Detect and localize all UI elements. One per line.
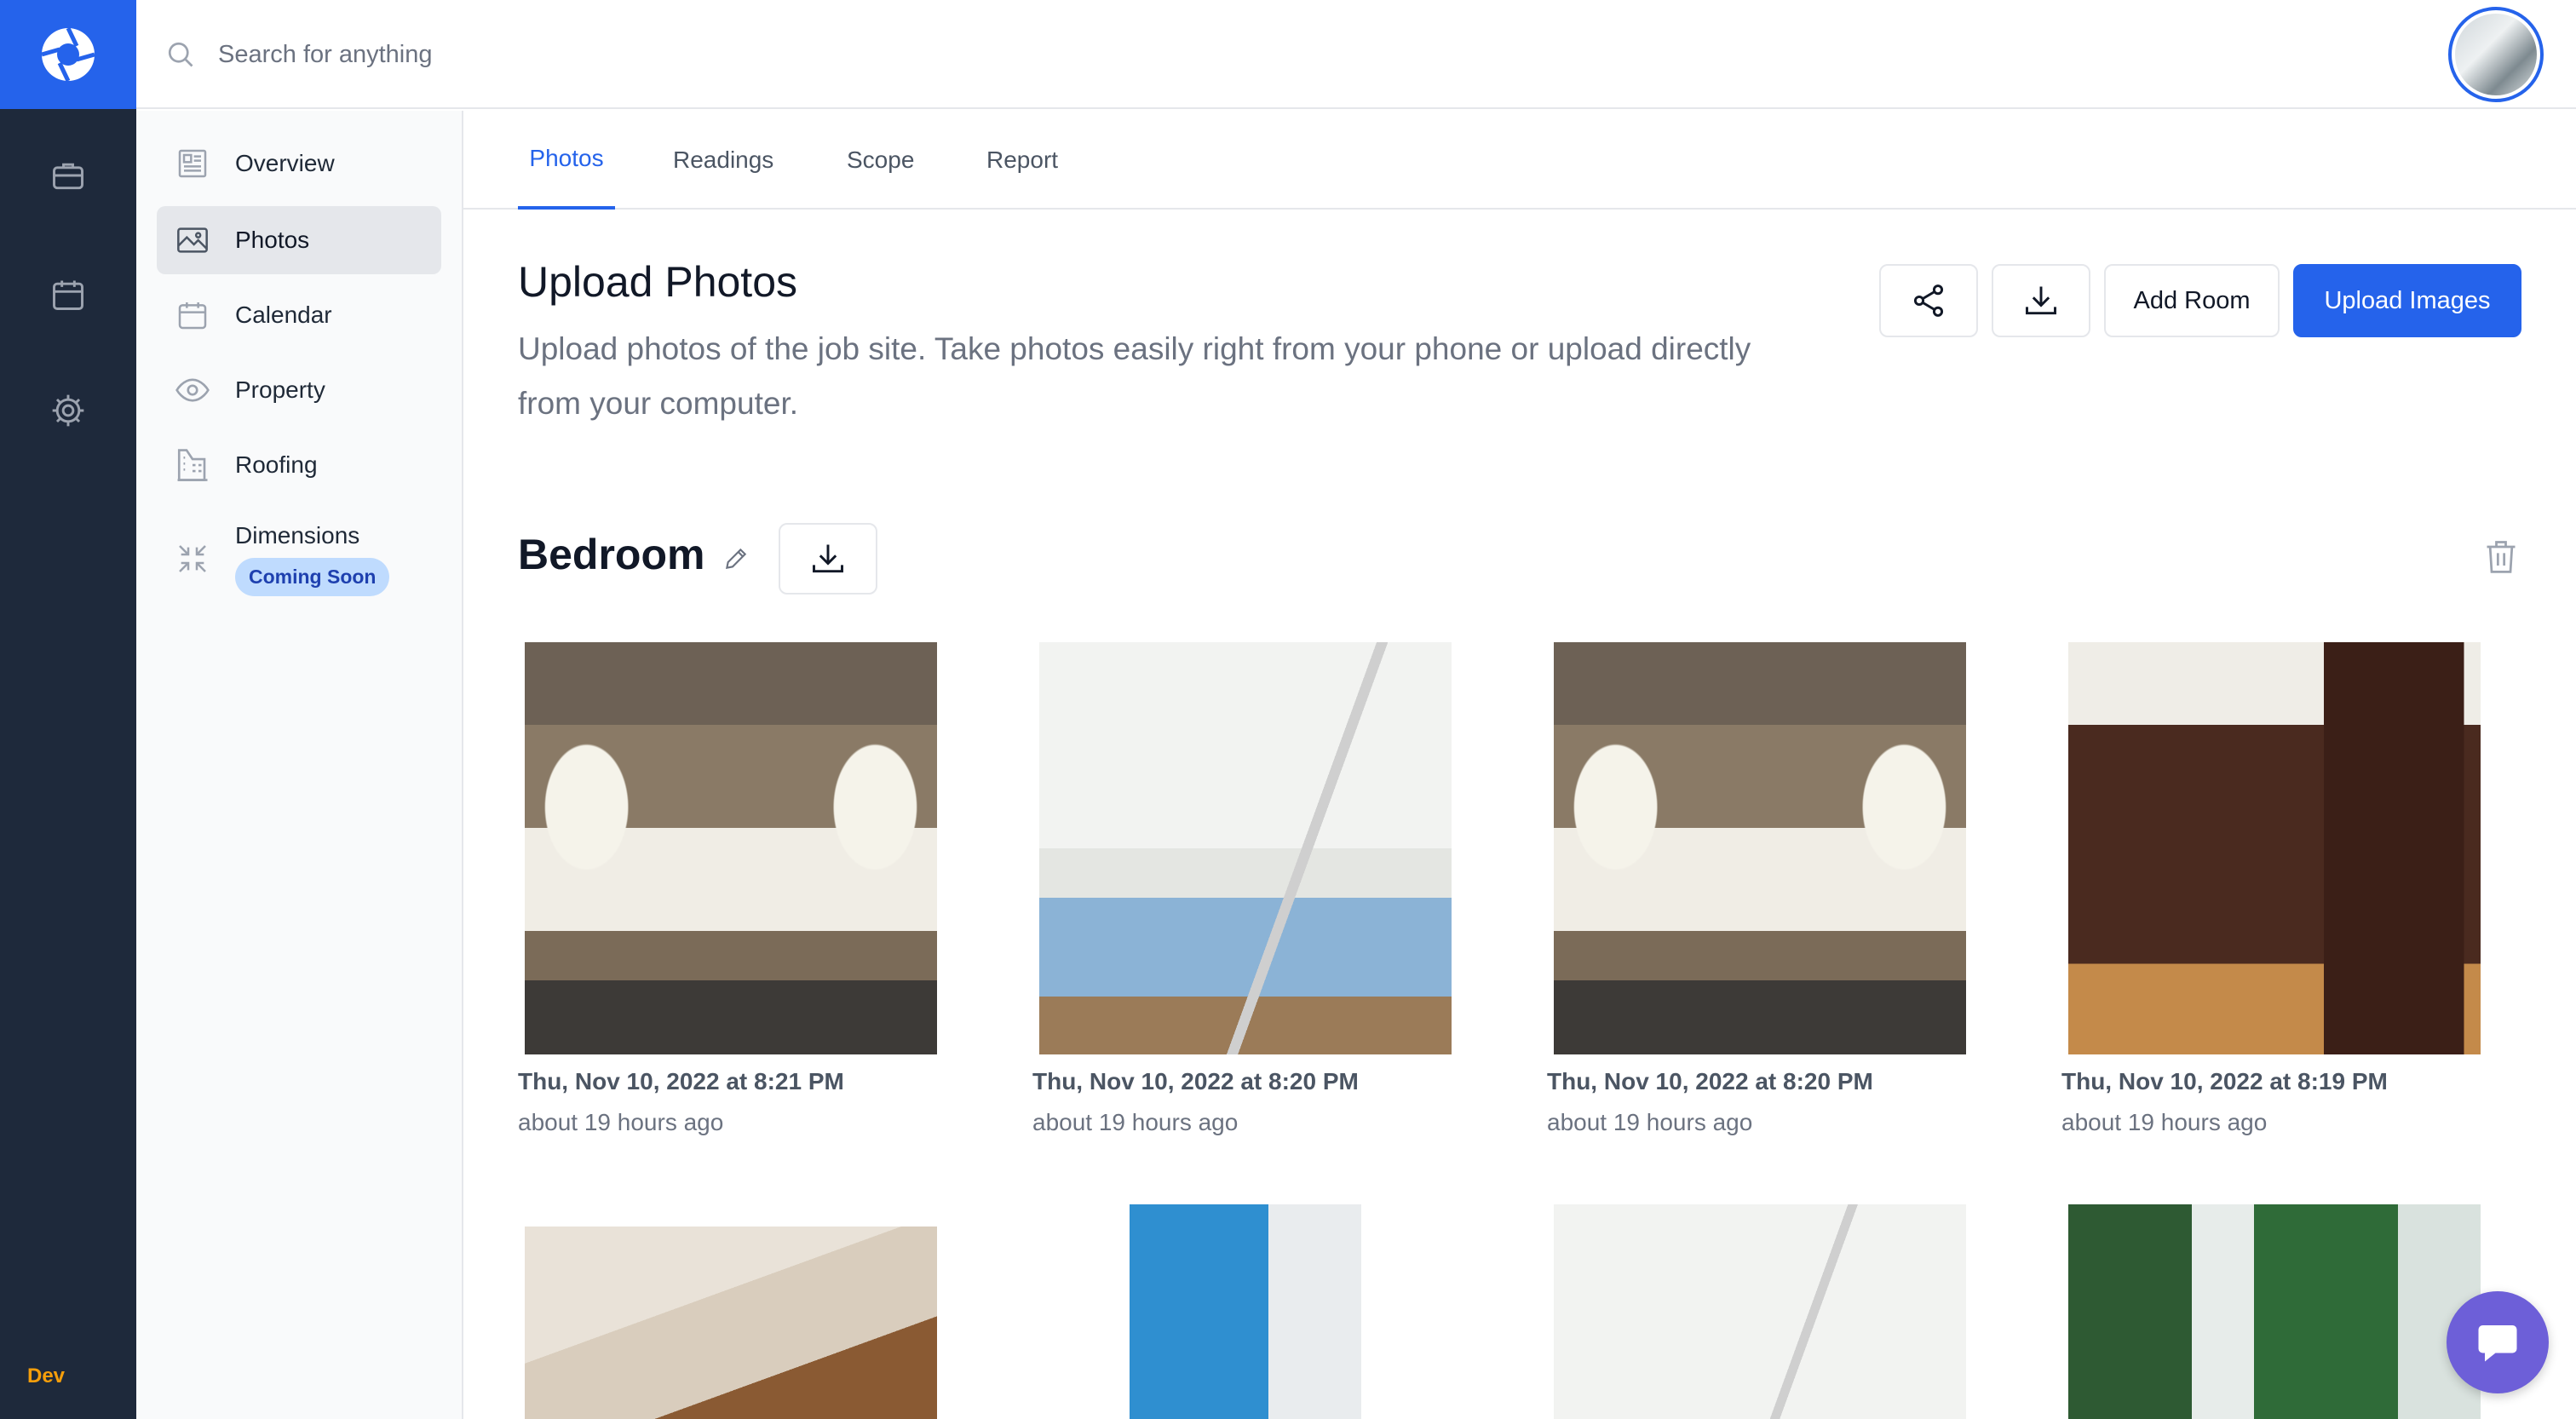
compress-icon	[172, 538, 213, 579]
pencil-icon[interactable]	[722, 545, 750, 572]
building-icon	[172, 445, 213, 485]
gear-icon	[52, 394, 84, 427]
download-all-button[interactable]	[1992, 264, 2090, 337]
download-icon	[2026, 286, 2056, 315]
photo-relative-time: about 19 hours ago	[1032, 1109, 1239, 1135]
left-rail: Dev	[0, 0, 136, 1419]
eye-icon	[172, 370, 213, 411]
rail-settings-button[interactable]	[43, 385, 94, 436]
room-download-button[interactable]	[779, 523, 877, 595]
page-description: Upload photos of the job site. Take phot…	[518, 331, 1751, 421]
calendar-icon	[172, 295, 213, 336]
room-photo[interactable]	[1039, 642, 1452, 1054]
search-icon	[168, 42, 193, 67]
chat-icon	[2478, 1325, 2517, 1362]
sidebar-item-calendar[interactable]: Calendar	[157, 281, 441, 349]
sidebar-item-label: Roofing	[235, 451, 318, 478]
app-logo[interactable]	[0, 0, 136, 109]
sidebar-item-label: Property	[235, 376, 325, 403]
coming-soon-badge: Coming Soon	[235, 557, 390, 596]
photo-date: Thu, Nov 10, 2022 at 8:21 PM	[518, 1068, 844, 1094]
sidebar-item-label: Photos	[235, 227, 310, 253]
download-icon	[813, 544, 843, 573]
room-photo[interactable]	[525, 642, 937, 1054]
environment-label: Dev	[27, 1364, 66, 1387]
room-photo[interactable]	[2068, 642, 2481, 1054]
photo-date: Thu, Nov 10, 2022 at 8:20 PM	[1547, 1068, 1873, 1094]
sidebar-item-dimensions[interactable]: Dimensions Coming Soon	[157, 508, 441, 610]
room-photo[interactable]	[525, 1227, 937, 1419]
photo-relative-time: about 19 hours ago	[2061, 1109, 2268, 1135]
rail-jobs-button[interactable]	[43, 150, 94, 201]
tab-scope[interactable]: Scope	[847, 111, 914, 210]
room-photo[interactable]	[1554, 642, 1966, 1054]
tab-report[interactable]: Report	[986, 111, 1058, 210]
photo-relative-time: about 19 hours ago	[1547, 1109, 1753, 1135]
search-input[interactable]	[218, 31, 985, 78]
room-photo[interactable]	[2068, 1204, 2481, 1419]
page-title: Upload Photos	[518, 258, 798, 306]
top-bar	[136, 0, 2576, 109]
avatar-image	[2455, 14, 2537, 95]
briefcase-icon	[53, 163, 83, 190]
sidebar-item-roofing[interactable]: Roofing	[157, 431, 441, 499]
share-icon	[1913, 284, 1944, 317]
photo-relative-time: about 19 hours ago	[518, 1109, 724, 1135]
sidebar-item-photos[interactable]: Photos	[157, 206, 441, 274]
upload-images-button[interactable]: Upload Images	[2293, 264, 2521, 337]
aperture-logo-icon	[41, 26, 95, 83]
sidebar-item-label: Dimensions	[235, 521, 360, 549]
tab-photos[interactable]: Photos	[518, 111, 615, 210]
trash-icon[interactable]	[2482, 537, 2520, 576]
secondary-sidebar: Overview Photos Calendar Property Roofin…	[136, 111, 463, 1419]
rail-calendar-button[interactable]	[43, 269, 94, 320]
image-icon	[172, 220, 213, 261]
document-icon	[172, 143, 213, 184]
tab-readings[interactable]: Readings	[673, 111, 773, 210]
dimensions-text: Dimensions Coming Soon	[235, 521, 390, 596]
avatar[interactable]	[2448, 7, 2544, 102]
tab-bar: Photos Readings Scope Report	[463, 111, 2576, 210]
photo-date: Thu, Nov 10, 2022 at 8:19 PM	[2061, 1068, 2388, 1094]
room-title: Bedroom	[518, 531, 705, 578]
sidebar-item-label: Overview	[235, 150, 335, 176]
add-room-button[interactable]: Add Room	[2104, 264, 2280, 337]
share-button[interactable]	[1879, 264, 1978, 337]
sidebar-item-property[interactable]: Property	[157, 356, 441, 424]
photo-date: Thu, Nov 10, 2022 at 8:20 PM	[1032, 1068, 1359, 1094]
sidebar-item-overview[interactable]: Overview	[157, 129, 441, 198]
sidebar-item-label: Calendar	[235, 302, 332, 328]
room-photo[interactable]	[1554, 1204, 1966, 1419]
calendar-icon	[53, 280, 83, 310]
chat-launcher-button[interactable]	[2447, 1291, 2549, 1393]
room-photo[interactable]	[1130, 1204, 1361, 1419]
